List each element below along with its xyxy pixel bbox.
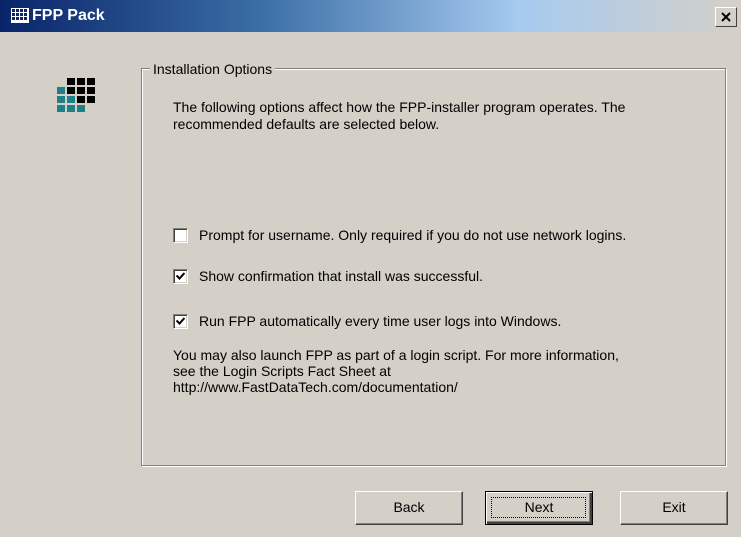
option-show-confirmation[interactable]: Show confirmation that install was succe… [173,268,713,285]
next-button-label: Next [524,499,554,515]
close-icon [721,12,731,22]
show-confirmation-label: Show confirmation that install was succe… [199,268,484,284]
title-bar[interactable]: FPP Pack [0,0,741,32]
fpp-logo [57,78,95,112]
option-run-automatically[interactable]: Run FPP automatically every time user lo… [173,313,713,330]
note-line-2: see the Login Scripts Fact Sheet at [173,363,391,379]
installer-window: FPP Pack Installation Options The follow… [0,0,741,537]
back-button[interactable]: Back [355,491,463,525]
exit-button[interactable]: Exit [620,491,728,525]
note-line-3: http://www.FastDataTech.com/documentatio… [173,379,458,395]
show-confirmation-checkbox[interactable] [173,269,188,284]
app-icon [11,8,29,23]
run-automatically-label: Run FPP automatically every time user lo… [199,313,562,329]
back-button-label: Back [393,499,425,515]
login-script-note: You may also launch FPP as part of a log… [173,347,718,395]
option-prompt-username[interactable]: Prompt for username. Only required if yo… [173,227,713,244]
next-button[interactable]: Next [485,491,593,525]
exit-button-label: Exit [662,499,686,515]
intro-text: The following options affect how the FPP… [173,99,626,132]
checkmark-icon [176,317,185,325]
prompt-username-label: Prompt for username. Only required if yo… [199,227,627,243]
group-legend: Installation Options [150,61,276,77]
prompt-username-checkbox[interactable] [173,228,188,243]
run-automatically-checkbox[interactable] [173,314,188,329]
checkmark-icon [176,272,185,280]
close-button[interactable] [715,7,737,27]
window-title: FPP Pack [32,7,105,24]
note-line-1: You may also launch FPP as part of a log… [173,347,619,363]
